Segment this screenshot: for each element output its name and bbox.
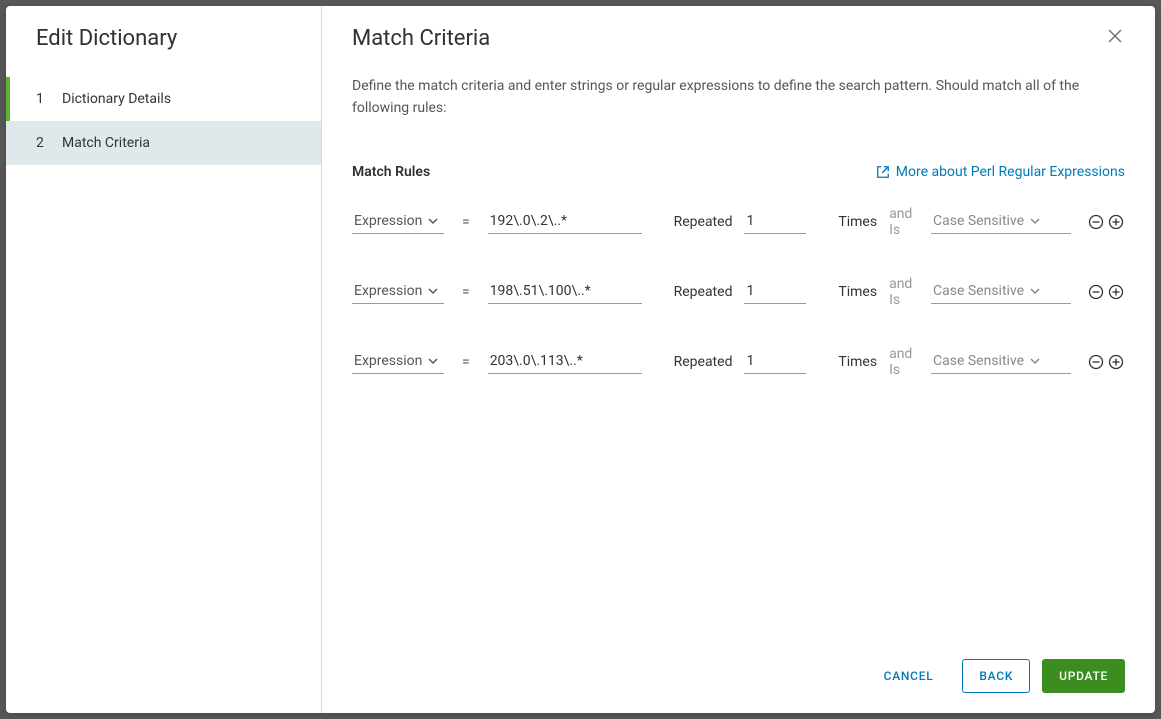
- rule-type-label: Expression: [354, 353, 422, 369]
- nav-step-number: 1: [36, 91, 48, 107]
- cancel-button[interactable]: CANCEL: [867, 659, 951, 693]
- case-sensitivity-label: Case Sensitive: [933, 213, 1024, 229]
- chevron-down-icon: [1030, 216, 1040, 226]
- chevron-down-icon: [428, 356, 438, 366]
- wizard-footer: CANCEL BACK UPDATE: [352, 639, 1125, 693]
- equals-sign: =: [456, 284, 476, 300]
- plus-circle-icon: [1108, 284, 1124, 300]
- rule-value-input[interactable]: [488, 349, 642, 374]
- perl-regex-help-link[interactable]: More about Perl Regular Expressions: [876, 164, 1125, 180]
- close-icon: [1107, 28, 1123, 44]
- add-rule-button[interactable]: [1107, 213, 1125, 231]
- rule-row: Expression = Repeated Times and Is Case …: [352, 206, 1125, 238]
- minus-circle-icon: [1088, 214, 1104, 230]
- close-button[interactable]: [1105, 26, 1125, 46]
- times-label: Times: [838, 284, 877, 300]
- case-sensitivity-dropdown[interactable]: Case Sensitive: [931, 279, 1071, 304]
- and-is-label: and Is: [889, 276, 919, 308]
- rule-count-input[interactable]: [744, 279, 806, 304]
- edit-dictionary-modal: Edit Dictionary 1 Dictionary Details 2 M…: [6, 6, 1155, 713]
- plus-circle-icon: [1108, 354, 1124, 370]
- rule-type-dropdown[interactable]: Expression: [352, 209, 444, 234]
- external-link-icon: [876, 165, 890, 179]
- add-rule-button[interactable]: [1107, 283, 1125, 301]
- row-actions: [1087, 213, 1125, 231]
- chevron-down-icon: [1030, 356, 1040, 366]
- case-sensitivity-label: Case Sensitive: [933, 283, 1024, 299]
- minus-circle-icon: [1088, 354, 1104, 370]
- back-button[interactable]: BACK: [962, 659, 1030, 693]
- case-sensitivity-dropdown[interactable]: Case Sensitive: [931, 349, 1071, 374]
- row-actions: [1087, 283, 1125, 301]
- rule-type-label: Expression: [354, 213, 422, 229]
- nav-step-label: Match Criteria: [62, 135, 150, 151]
- row-actions: [1087, 353, 1125, 371]
- wizard-main: Match Criteria Define the match criteria…: [322, 6, 1155, 713]
- nav-step-dictionary-details[interactable]: 1 Dictionary Details: [6, 77, 321, 121]
- remove-rule-button[interactable]: [1087, 213, 1105, 231]
- help-link-label: More about Perl Regular Expressions: [896, 164, 1125, 180]
- case-sensitivity-dropdown[interactable]: Case Sensitive: [931, 209, 1071, 234]
- description-text: Define the match criteria and enter stri…: [352, 75, 1125, 120]
- rule-row: Expression = Repeated Times and Is Case …: [352, 346, 1125, 378]
- nav-step-match-criteria[interactable]: 2 Match Criteria: [6, 121, 321, 165]
- repeated-label: Repeated: [674, 214, 733, 230]
- wizard-sidebar: Edit Dictionary 1 Dictionary Details 2 M…: [6, 6, 322, 713]
- and-is-label: and Is: [889, 206, 919, 238]
- rules-header: Match Rules More about Perl Regular Expr…: [352, 164, 1125, 180]
- rule-value-input[interactable]: [488, 279, 642, 304]
- update-button[interactable]: UPDATE: [1042, 659, 1125, 693]
- rule-type-dropdown[interactable]: Expression: [352, 349, 444, 374]
- case-sensitivity-label: Case Sensitive: [933, 353, 1024, 369]
- add-rule-button[interactable]: [1107, 353, 1125, 371]
- remove-rule-button[interactable]: [1087, 283, 1105, 301]
- equals-sign: =: [456, 354, 476, 370]
- chevron-down-icon: [428, 216, 438, 226]
- nav-step-number: 2: [36, 135, 48, 151]
- minus-circle-icon: [1088, 284, 1104, 300]
- rule-count-input[interactable]: [744, 349, 806, 374]
- rules-title: Match Rules: [352, 164, 430, 180]
- rule-type-label: Expression: [354, 283, 422, 299]
- repeated-label: Repeated: [674, 354, 733, 370]
- nav-step-label: Dictionary Details: [62, 91, 171, 107]
- times-label: Times: [838, 354, 877, 370]
- rule-row: Expression = Repeated Times and Is Case …: [352, 276, 1125, 308]
- rule-count-input[interactable]: [744, 209, 806, 234]
- times-label: Times: [838, 214, 877, 230]
- and-is-label: and Is: [889, 346, 919, 378]
- chevron-down-icon: [1030, 286, 1040, 296]
- rule-value-input[interactable]: [488, 209, 642, 234]
- chevron-down-icon: [428, 286, 438, 296]
- rules-list: Expression = Repeated Times and Is Case …: [352, 206, 1125, 416]
- plus-circle-icon: [1108, 214, 1124, 230]
- rule-type-dropdown[interactable]: Expression: [352, 279, 444, 304]
- page-title: Match Criteria: [352, 26, 490, 51]
- main-header: Match Criteria: [352, 26, 1125, 51]
- repeated-label: Repeated: [674, 284, 733, 300]
- remove-rule-button[interactable]: [1087, 353, 1105, 371]
- sidebar-title: Edit Dictionary: [6, 26, 321, 77]
- equals-sign: =: [456, 214, 476, 230]
